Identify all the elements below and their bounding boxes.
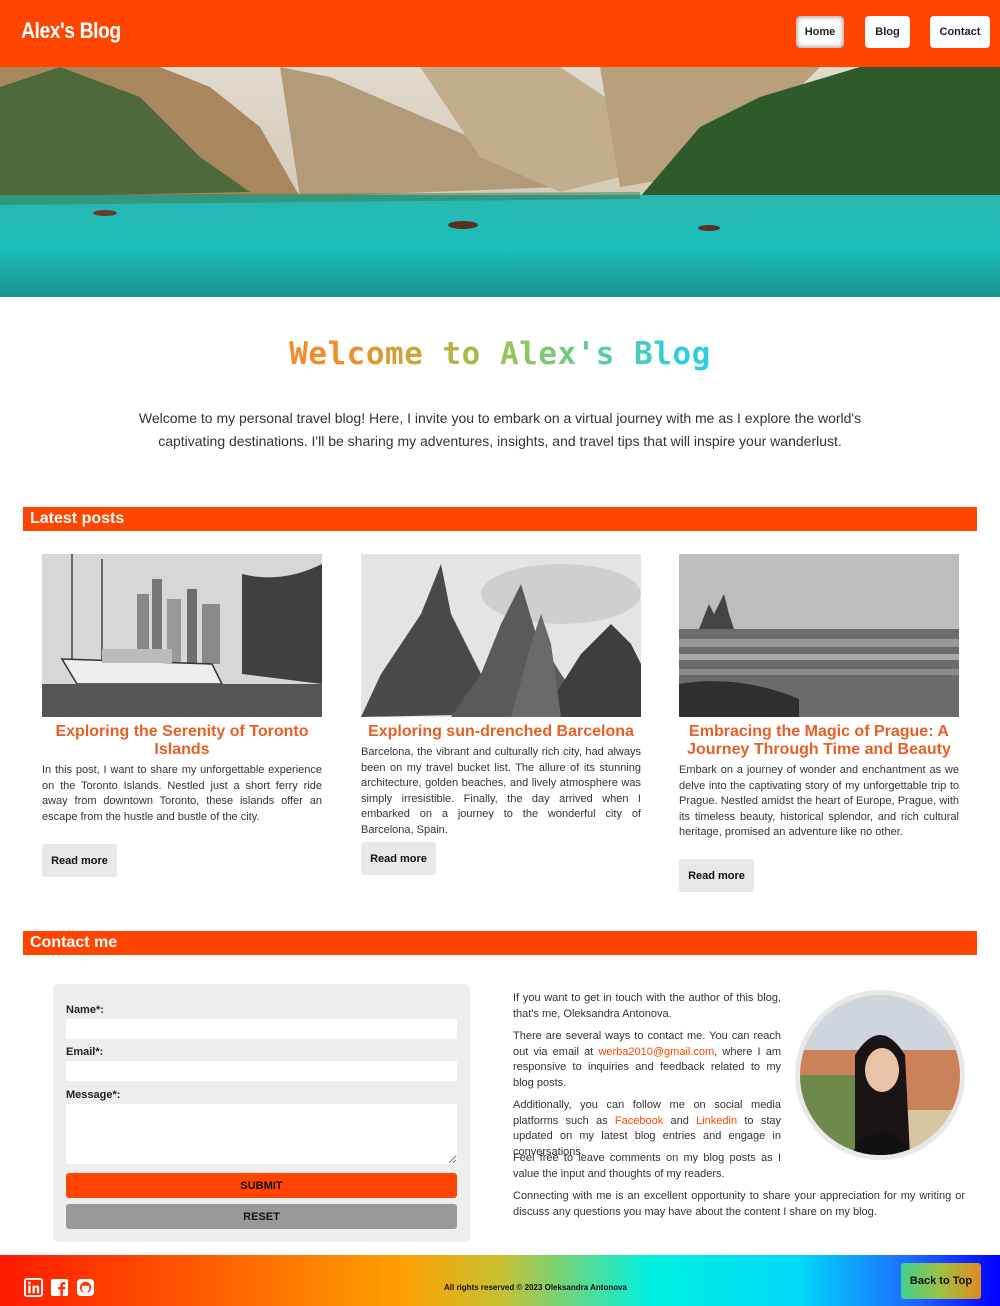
contact-closing-paragraph: Connecting with me is an excellent oppor… [513,1190,965,1218]
post-title-prague[interactable]: Embracing the Magic of Prague: A Journey… [679,723,959,759]
contact-heading: Contact me [23,931,977,955]
message-field[interactable] [66,1104,457,1164]
copyright-text: All rights reserved © 2023 Oleksandra An… [444,1283,627,1292]
post-excerpt-barcelona: Barcelona, the vibrant and culturally ri… [361,746,641,836]
email-field[interactable] [66,1061,457,1081]
contact-form: Name*: Email*: Message*: SUBMIT RESET [53,984,470,1242]
reset-button[interactable]: RESET [66,1204,457,1229]
site-header: Alex's Blog Home Blog Contact [0,0,1000,67]
post-image-toronto [42,554,322,717]
read-more-button-toronto[interactable]: Read more [42,844,117,877]
contact-intro: If you want to get in touch with the aut… [513,992,781,1020]
post-card-toronto: Exploring the Serenity of Toronto Island… [42,554,322,877]
facebook-icon[interactable] [50,1278,69,1297]
back-to-top-button[interactable]: Back to Top [901,1263,981,1299]
nav-blog-button[interactable]: Blog [865,16,910,48]
nav-home-button[interactable]: Home [796,16,844,48]
post-excerpt-toronto: In this post, I want to share my unforge… [42,764,322,823]
welcome-text: Welcome to my personal travel blog! Here… [138,410,862,449]
read-more-button-barcelona[interactable]: Read more [361,842,436,875]
read-more-button-prague[interactable]: Read more [679,859,754,892]
post-card-prague: Embracing the Magic of Prague: A Journey… [679,554,959,892]
contact-social-and: and [663,1114,697,1127]
author-avatar [795,990,965,1160]
post-card-barcelona: Exploring sun-drenched Barcelona Barcelo… [361,554,641,875]
welcome-title: Welcome to Alex's Blog [0,336,1000,372]
post-title-barcelona[interactable]: Exploring sun-drenched Barcelona [361,723,641,741]
post-title-toronto[interactable]: Exploring the Serenity of Toronto Island… [42,723,322,759]
site-brand[interactable]: Alex's Blog [21,18,121,44]
contact-comments-paragraph: Feel free to leave comments on my blog p… [513,1152,781,1180]
site-footer: All rights reserved © 2023 Oleksandra An… [0,1255,1000,1306]
github-icon[interactable] [76,1278,95,1297]
nav-contact-button[interactable]: Contact [930,16,990,48]
post-excerpt-prague: Embark on a journey of wonder and enchan… [679,764,959,839]
author-photo [800,995,960,1155]
email-link[interactable]: werba2010@gmail.com [598,1046,714,1058]
name-label: Name*: [66,1004,104,1016]
hero-image [0,67,1000,297]
name-field[interactable] [66,1019,457,1039]
post-image-prague [679,554,959,717]
post-image-barcelona [361,554,641,717]
facebook-link[interactable]: Facebook [615,1115,663,1127]
latest-posts-heading: Latest posts [23,507,977,531]
linkedin-link[interactable]: Linkedin [696,1115,737,1127]
submit-button[interactable]: SUBMIT [66,1173,457,1198]
email-label: Email*: [66,1046,104,1058]
contact-email-paragraph: There are several ways to contact me. Yo… [513,1029,781,1091]
message-label: Message*: [66,1089,121,1101]
linkedin-icon[interactable] [24,1278,43,1297]
